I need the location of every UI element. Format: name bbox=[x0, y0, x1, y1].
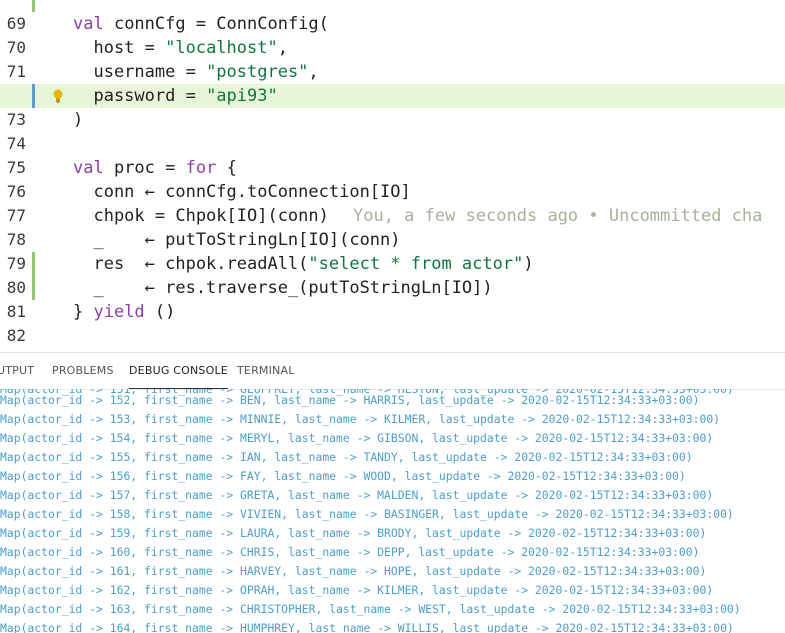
console-line: Map(actor_id -> 161, first_name -> HARVE… bbox=[0, 564, 707, 578]
tab-terminal[interactable]: TERMINAL bbox=[237, 353, 295, 389]
code-line[interactable]: 80 res ← chpok.readAll("select * from ac… bbox=[0, 252, 785, 297]
console-line: Map(actor_id -> 164, first_name -> HUMPH… bbox=[0, 621, 734, 633]
console-line: Map(actor_id -> 153, first_name -> MINNI… bbox=[0, 412, 721, 426]
code-text: } yield () bbox=[73, 302, 176, 322]
code-text: chpok = Chpok[IO](conn) bbox=[73, 206, 329, 226]
console-line: Map(actor_id -> 160, first_name -> CHRIS… bbox=[0, 545, 700, 559]
code-line[interactable]: 69 bbox=[0, 0, 785, 33]
code-text: val connCfg = ConnConfig( bbox=[73, 14, 329, 34]
console-line: Map(actor_id -> 162, first_name -> OPRAH… bbox=[0, 583, 714, 597]
code-text: password = "api93" bbox=[73, 86, 278, 106]
panel-tab-bar: UTPUT PROBLEMS DEBUG CONSOLE TERMINAL bbox=[0, 353, 785, 390]
console-line: Map(actor_id -> 154, first_name -> MERYL… bbox=[0, 431, 714, 445]
gutter-added-marker bbox=[32, 276, 35, 300]
code-text: val proc = for { bbox=[73, 158, 237, 178]
code-text: _ ← putToStringLn[IO](conn) bbox=[73, 230, 401, 250]
code-line[interactable]: 75 bbox=[0, 132, 785, 177]
console-line: Map(actor_id -> 158, first_name -> VIVIE… bbox=[0, 507, 734, 521]
code-text: ) bbox=[73, 110, 84, 130]
code-text: host = "localhost", bbox=[73, 38, 288, 58]
code-editor[interactable]: 69 70 val connCfg = ConnConfig( 71 host … bbox=[0, 0, 785, 352]
debug-console-output[interactable]: Map(actor_id -> 151, first_name -> GEOFF… bbox=[0, 389, 785, 633]
bottom-panel: UTPUT PROBLEMS DEBUG CONSOLE TERMINAL Ma… bbox=[0, 352, 785, 633]
code-line[interactable]: 72 username = "postgres", bbox=[0, 60, 785, 105]
code-text: conn ← connCfg.toConnection[IO] bbox=[73, 182, 411, 202]
code-text: username = "postgres", bbox=[73, 62, 319, 82]
code-line[interactable]: 82 } yield () bbox=[0, 300, 785, 345]
gutter-modified-marker bbox=[32, 84, 35, 108]
console-line: Map(actor_id -> 157, first_name -> GRETA… bbox=[0, 488, 714, 502]
code-line[interactable]: 81 _ ← res.traverse_(putToStringLn[IO]) bbox=[0, 276, 785, 321]
console-line: Map(actor_id -> 155, first_name -> IAN, … bbox=[0, 450, 693, 464]
code-line[interactable]: 79 _ ← putToStringLn[IO](conn) bbox=[0, 228, 785, 273]
tab-problems[interactable]: PROBLEMS bbox=[52, 353, 114, 389]
console-line: Map(actor_id -> 156, first_name -> FAY, … bbox=[0, 469, 686, 483]
code-line[interactable]: 70 val connCfg = ConnConfig( bbox=[0, 12, 785, 57]
code-line[interactable]: 76 val proc = for { bbox=[0, 156, 785, 201]
gutter-added-marker bbox=[32, 0, 35, 12]
console-line: Map(actor_id -> 159, first_name -> LAURA… bbox=[0, 526, 707, 540]
tab-debug-console[interactable]: DEBUG CONSOLE bbox=[129, 353, 228, 389]
code-line[interactable]: 78 chpok = Chpok[IO](conn) bbox=[0, 204, 785, 249]
code-line-active[interactable]: 73 password = "api93" You, a few seconds… bbox=[0, 84, 785, 226]
console-line: Map(actor_id -> 152, first_name -> BEN, … bbox=[0, 393, 700, 407]
code-line[interactable]: 77 conn ← connCfg.toConnection[IO] bbox=[0, 180, 785, 225]
gutter-added-marker bbox=[32, 252, 35, 276]
console-line: Map(actor_id -> 163, first_name -> CHRIS… bbox=[0, 602, 741, 616]
lightbulb-icon[interactable] bbox=[53, 89, 63, 103]
code-text: _ ← res.traverse_(putToStringLn[IO]) bbox=[73, 278, 493, 298]
code-line[interactable]: 83 bbox=[0, 324, 785, 352]
code-line[interactable]: 74 ) bbox=[0, 108, 785, 153]
code-line[interactable]: 71 host = "localhost", bbox=[0, 36, 785, 81]
code-text: res ← chpok.readAll("select * from actor… bbox=[73, 254, 534, 274]
tab-output[interactable]: UTPUT bbox=[0, 353, 34, 389]
